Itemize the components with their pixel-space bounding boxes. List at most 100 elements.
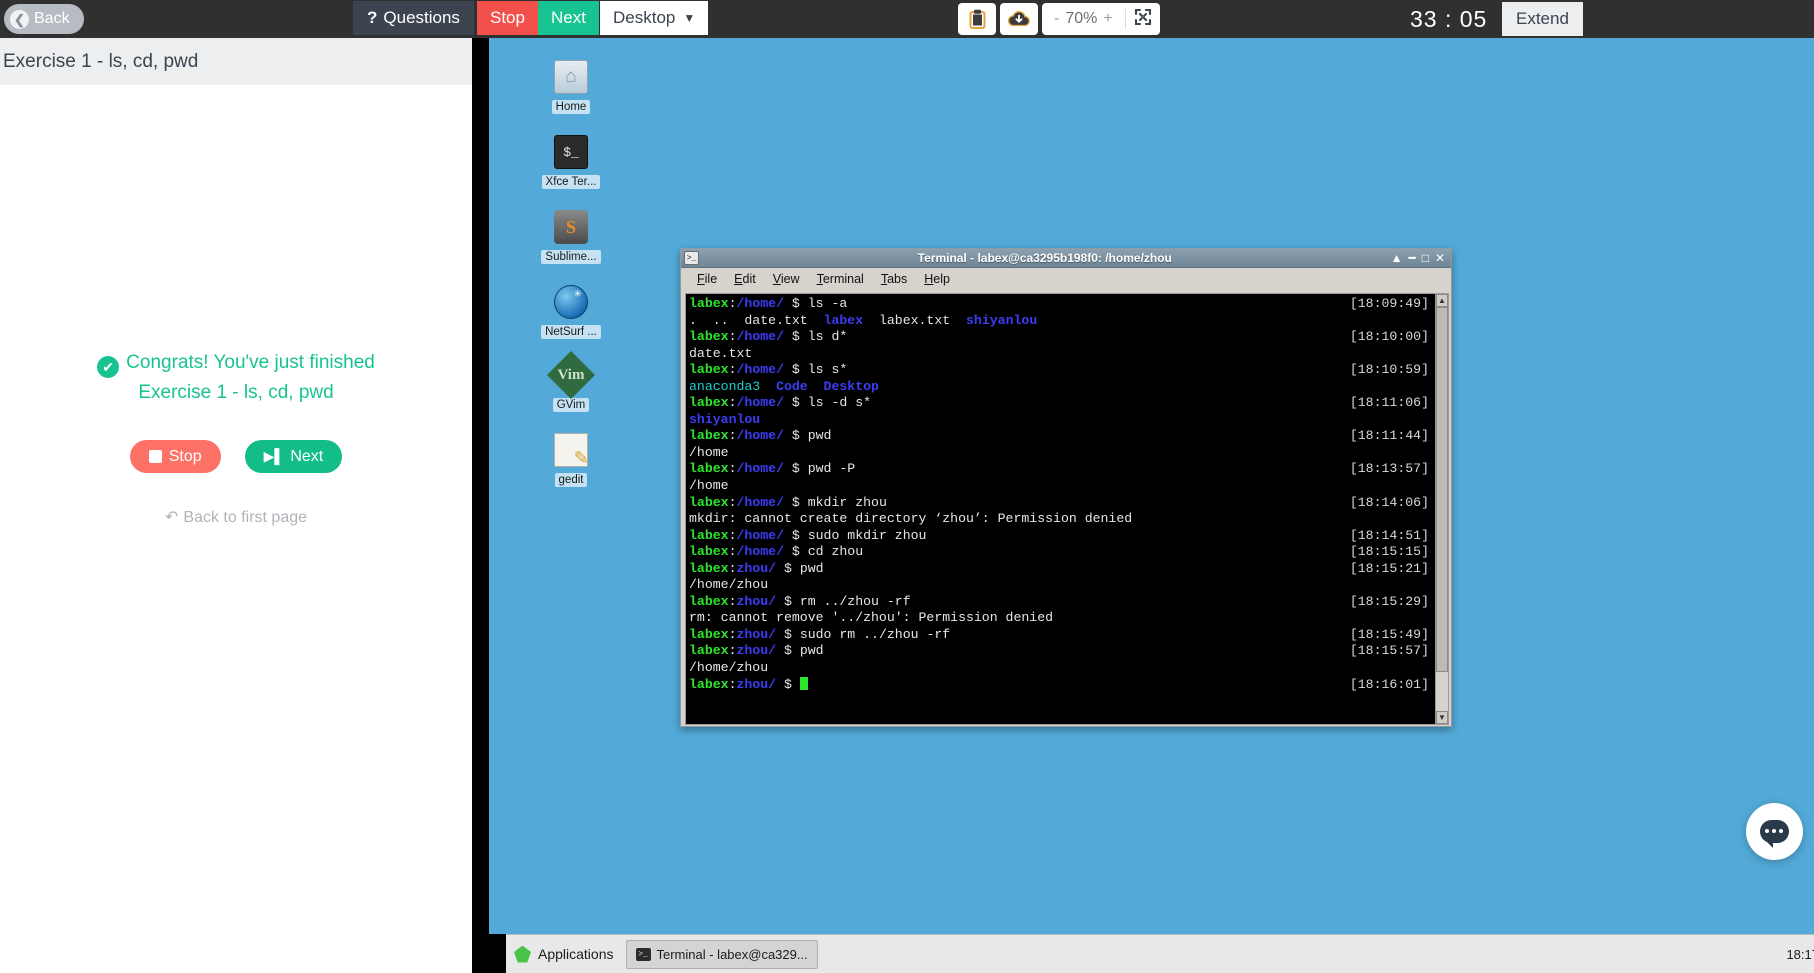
terminal-timestamp: [18:13:57] (1349, 461, 1429, 477)
stop-button-top-label: Stop (490, 8, 525, 27)
terminal-output-line: /home/zhou (689, 577, 769, 593)
taskbar-window-button[interactable]: >_ Terminal - labex@ca329... (625, 939, 818, 969)
stop-button[interactable]: Stop (129, 440, 221, 473)
fullscreen-expand-icon[interactable] (1134, 8, 1152, 30)
terminal-command-line: labex:/home/ $ pwd [18:11:44] (689, 428, 1429, 444)
desktop-icon-label: Sublime... (541, 250, 601, 264)
terminal-prompt-user: labex (689, 527, 729, 543)
questions-label: Questions (383, 8, 460, 27)
terminal-prompt-user: labex (689, 461, 729, 477)
terminal-command-text: $ ls d* (783, 329, 848, 345)
desktop-icon-netsurf-[interactable]: NetSurf ... (531, 285, 611, 340)
stop-button-top[interactable]: Stop (477, 1, 538, 35)
terminal-output-line: /home (689, 478, 729, 494)
back-button[interactable]: ❮ Back (4, 4, 84, 34)
vnc-viewport[interactable]: Home $_ Xfce Ter... S Sublime... NetSurf ... V… (472, 38, 1814, 973)
terminal-window[interactable]: >_ Terminal - labex@ca3295b198f0: /home/… (680, 248, 1452, 727)
terminal-timestamp: [18:10:59] (1349, 362, 1429, 378)
action-buttons: Stop ▶▌ Next (0, 440, 472, 473)
terminal-timestamp: [18:15:57] (1349, 643, 1429, 659)
scroll-down-arrow[interactable]: ▼ (1436, 711, 1448, 724)
terminal-timestamp: [18:10:00] (1349, 329, 1429, 345)
question-mark-icon: ? (367, 8, 378, 27)
close-icon[interactable]: ✕ (1435, 251, 1445, 265)
back-to-first-page-link[interactable]: ↷ Back to first page (0, 507, 472, 527)
terminal-command-line: labex:/home/ $ ls d* [18:10:00] (689, 329, 1429, 345)
clipboard-button[interactable] (958, 3, 996, 35)
terminal-command-line: labex:/home/ $ mkdir zhou [18:14:06] (689, 494, 1429, 510)
terminal-command-text: $ ls -d s* (783, 395, 872, 411)
xfce-desktop[interactable]: Home $_ Xfce Ter... S Sublime... NetSurf ... V… (489, 38, 1814, 973)
extend-button-label: Extend (1516, 9, 1569, 28)
terminal-command-line: labex:zhou/ $ pwd [18:15:21] (689, 560, 1429, 576)
questions-button[interactable]: ? Questions (353, 1, 474, 35)
terminal-command-text: $ pwd (776, 643, 824, 659)
terminal-output-line: /home/zhou (689, 660, 769, 676)
desktop-icon-label: Home (551, 100, 591, 114)
xfce-taskbar: Applications >_ Terminal - labex@ca329..… (506, 934, 1814, 973)
terminal-timestamp: [18:15:49] (1349, 626, 1429, 642)
terminal-menu-help[interactable]: Help (924, 272, 950, 286)
terminal-prompt-user: labex (689, 296, 729, 311)
xfce-mouse-icon (514, 945, 531, 963)
terminal-menu-view[interactable]: View (773, 272, 800, 286)
terminal-titlebar[interactable]: >_ Terminal - labex@ca3295b198f0: /home/… (681, 249, 1451, 268)
terminal-prompt-path: /home/ (736, 362, 784, 378)
minimize-icon[interactable]: ━ (1408, 251, 1415, 265)
terminal-command-text: $ ls s* (783, 362, 848, 378)
terminal-command-text: $ sudo rm ../zhou -rf (776, 626, 951, 642)
terminal-prompt-path: /home/ (736, 395, 784, 411)
zoom-in-button[interactable]: + (1099, 10, 1116, 28)
desktop-icon-xfce-ter-[interactable]: $_ Xfce Ter... (531, 135, 611, 190)
terminal-timestamp: [18:15:29] (1349, 593, 1429, 609)
terminal-output-line: . .. date.txt labex labex.txt shiyanlou (689, 312, 1038, 328)
desktop-icon-gvim[interactable]: Vim GVim (531, 350, 611, 413)
top-toolbar: ❮ Back ? Questions Stop Next Desktop ▼ -… (0, 0, 1814, 38)
gedit-icon (554, 433, 589, 469)
congrats-line-1: Congrats! You've just finished (126, 352, 375, 373)
scrollbar-thumb[interactable] (1436, 307, 1448, 672)
terminal-prompt-user: labex (689, 395, 729, 411)
stop-square-icon (148, 450, 162, 463)
cloud-download-icon (1008, 11, 1030, 27)
terminal-menu-tabs[interactable]: Tabs (881, 272, 907, 286)
maximize-icon[interactable]: □ (1422, 251, 1429, 265)
session-timer: 33 : 05 (1410, 5, 1488, 32)
next-button[interactable]: ▶▌ Next (244, 440, 343, 473)
terminal-menu-terminal[interactable]: Terminal (817, 272, 864, 286)
instructions-body: ✔ Congrats! You've just finished Exercise… (0, 85, 472, 973)
extend-button[interactable]: Extend (1502, 2, 1583, 36)
download-button[interactable] (1000, 3, 1038, 35)
xfce-terminal-icon: $_ (554, 135, 588, 169)
shade-icon[interactable]: ▲ (1391, 251, 1403, 265)
terminal-prompt-user: labex (689, 626, 729, 642)
terminal-prompt-user: labex (689, 494, 729, 510)
chat-support-button[interactable] (1746, 803, 1803, 860)
terminal-timestamp: [18:15:15] (1349, 544, 1429, 560)
scroll-up-arrow[interactable]: ▲ (1436, 294, 1448, 307)
desktop-icon-sublime-[interactable]: S Sublime... (531, 210, 611, 265)
applications-menu-button[interactable]: Applications (506, 935, 626, 973)
desktop-selector[interactable]: Desktop ▼ (600, 1, 709, 35)
terminal-prompt-path: /home/ (736, 494, 784, 510)
terminal-prompt-path: zhou/ (736, 593, 777, 609)
chevron-down-icon: ▼ (683, 11, 696, 25)
zoom-out-button[interactable]: - (1050, 10, 1063, 28)
terminal-scrollbar[interactable]: ▲ ▼ (1435, 294, 1448, 724)
terminal-prompt-user: labex (689, 329, 729, 345)
terminal-prompt-user: labex (689, 428, 729, 444)
terminal-menu-file[interactable]: File (697, 272, 717, 286)
next-button-top[interactable]: Next (538, 1, 599, 35)
desktop-icon-label: NetSurf ... (541, 325, 601, 339)
desktop-icon-label: GVim (552, 398, 590, 412)
terminal-window-icon: >_ (684, 251, 699, 265)
terminal-prompt-user: labex (689, 643, 729, 659)
terminal-body[interactable]: labex:/home/ $ ls -a [18:09:49]. .. date.… (685, 293, 1449, 725)
terminal-timestamp: [18:15:21] (1349, 560, 1429, 576)
terminal-menu-edit[interactable]: Edit (734, 272, 756, 286)
terminal-output-line: shiyanlou (689, 411, 761, 427)
desktop-icon-gedit[interactable]: gedit (531, 433, 611, 488)
terminal-timestamp: [18:09:49] (1349, 296, 1429, 311)
desktop-icon-home[interactable]: Home (531, 60, 611, 115)
terminal-output[interactable]: labex:/home/ $ ls -a [18:09:49]. .. date.… (686, 294, 1435, 724)
